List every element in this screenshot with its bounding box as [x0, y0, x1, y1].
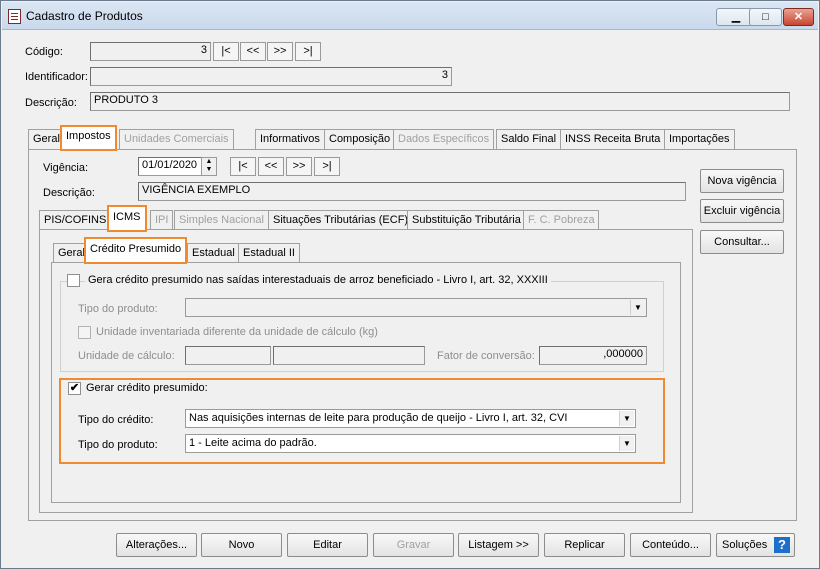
arroz-tipo-produto-label: Tipo do produto:: [78, 303, 158, 315]
nav-next-button[interactable]: >>: [267, 42, 293, 61]
chevron-down-icon: ▼: [630, 300, 645, 315]
arroz-check-label: Gera crédito presumido nas saídas intere…: [85, 274, 551, 286]
gerar-credito-label: Gerar crédito presumido:: [86, 382, 208, 394]
maximize-button[interactable]: □: [749, 8, 782, 26]
tab-estadual[interactable]: Estadual: [187, 243, 240, 263]
unidade-calculo-field[interactable]: [185, 346, 271, 365]
title-bar: Cadastro de Produtos ▁ □ ✕: [2, 2, 818, 30]
tipo-produto-select[interactable]: 1 - Leite acima do padrão. ▼: [185, 434, 636, 453]
excluir-vigencia-button[interactable]: Excluir vigência: [700, 199, 784, 223]
tipo-produto-label: Tipo do produto:: [78, 439, 158, 451]
chevron-down-icon: ▼: [619, 436, 634, 451]
tab-fc-pobreza[interactable]: F. C. Pobreza: [523, 210, 599, 230]
tab-substituicao-tributaria[interactable]: Substituição Tributária: [407, 210, 526, 230]
unidade-calculo-label: Unidade de cálculo:: [78, 350, 175, 362]
tab-unidades-comerciais[interactable]: Unidades Comerciais: [119, 129, 234, 149]
tab-icms[interactable]: ICMS: [107, 205, 147, 232]
descricao-label: Descrição:: [25, 97, 77, 109]
solucoes-button[interactable]: Soluções ?: [716, 533, 795, 557]
tab-simples-nacional[interactable]: Simples Nacional: [174, 210, 269, 230]
tab-importacoes[interactable]: Importações: [664, 129, 735, 149]
vigencia-spin[interactable]: ▲ ▼: [201, 157, 217, 176]
tab-composicao[interactable]: Composição: [324, 129, 396, 149]
solucoes-label: Soluções: [722, 539, 768, 551]
vig-first-button[interactable]: |<: [230, 157, 256, 176]
gerar-credito-checkbox[interactable]: ✔: [68, 382, 81, 395]
tab-dados-especificos[interactable]: Dados Específicos: [393, 129, 495, 149]
tipo-credito-label: Tipo do crédito:: [78, 414, 154, 426]
close-button[interactable]: ✕: [783, 8, 814, 26]
codigo-label: Código:: [25, 46, 63, 58]
vig-prev-button[interactable]: <<: [258, 157, 284, 176]
tab-situacoes-tributarias[interactable]: Situações Tributárias (ECF): [268, 210, 414, 230]
replicar-button[interactable]: Replicar: [544, 533, 625, 557]
nav-prev-button[interactable]: <<: [240, 42, 266, 61]
unidade-inventariada-label: Unidade inventariada diferente da unidad…: [96, 326, 378, 338]
gravar-button[interactable]: Gravar: [373, 533, 454, 557]
vigencia-date-field[interactable]: 01/01/2020: [138, 157, 202, 176]
help-icon: ?: [774, 537, 790, 553]
nav-first-button[interactable]: |<: [213, 42, 239, 61]
identificador-field[interactable]: 3: [90, 67, 452, 86]
chevron-down-icon: ▼: [619, 411, 634, 426]
vig-descricao-field[interactable]: VIGÊNCIA EXEMPLO: [138, 182, 686, 201]
app-document-icon: [8, 9, 21, 24]
arroz-checkbox[interactable]: [67, 274, 80, 287]
unidade-inventariada-checkbox[interactable]: [78, 326, 91, 339]
vig-next-button[interactable]: >>: [286, 157, 312, 176]
alteracoes-button[interactable]: Alterações...: [116, 533, 197, 557]
nova-vigencia-button[interactable]: Nova vigência: [700, 169, 784, 193]
tab-impostos[interactable]: Impostos: [60, 125, 117, 151]
descricao-field[interactable]: PRODUTO 3: [90, 92, 790, 111]
tab-ipi[interactable]: IPI: [150, 210, 174, 230]
vigencia-label: Vigência:: [43, 162, 89, 174]
listagem-button[interactable]: Listagem >>: [458, 533, 539, 557]
tipo-credito-select[interactable]: Nas aquisições internas de leite para pr…: [185, 409, 636, 428]
tab-estadual-ii[interactable]: Estadual II: [238, 243, 300, 263]
main-window: Cadastro de Produtos ▁ □ ✕ Código: 3 |< …: [0, 0, 820, 569]
tab-geral[interactable]: Geral: [28, 129, 65, 149]
identificador-label: Identificador:: [25, 71, 88, 83]
tab-inss-receita-bruta[interactable]: INSS Receita Bruta: [560, 129, 666, 149]
vig-last-button[interactable]: >|: [314, 157, 340, 176]
vig-descricao-label: Descrição:: [43, 187, 95, 199]
tab-saldo-final[interactable]: Saldo Final: [496, 129, 562, 149]
consultar-button[interactable]: Consultar...: [700, 230, 784, 254]
tab-credito-presumido[interactable]: Crédito Presumido: [83, 237, 188, 264]
codigo-field[interactable]: 3: [90, 42, 211, 61]
fator-conversao-field[interactable]: ,000000: [539, 346, 647, 365]
window-title: Cadastro de Produtos: [26, 9, 143, 23]
fator-conversao-label: Fator de conversão:: [437, 350, 535, 362]
tab-informativos[interactable]: Informativos: [255, 129, 325, 149]
unidade-calculo-desc-field[interactable]: [273, 346, 425, 365]
novo-button[interactable]: Novo: [201, 533, 282, 557]
tab-pis-cofins[interactable]: PIS/COFINS: [39, 210, 112, 230]
tipo-credito-value: Nas aquisições internas de leite para pr…: [189, 412, 568, 424]
editar-button[interactable]: Editar: [287, 533, 368, 557]
conteudo-button[interactable]: Conteúdo...: [630, 533, 711, 557]
tipo-produto-value: 1 - Leite acima do padrão.: [189, 437, 317, 449]
arroz-tipo-produto-select[interactable]: ▼: [185, 298, 647, 317]
nav-last-button[interactable]: >|: [295, 42, 321, 61]
